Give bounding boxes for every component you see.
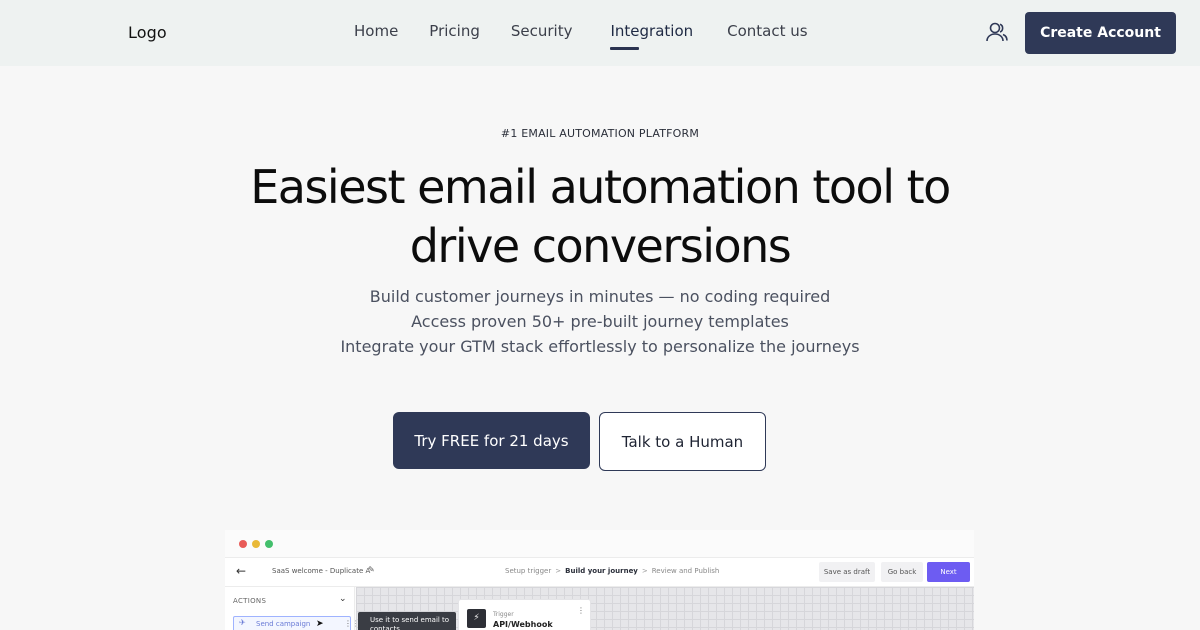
window-maximize-dot bbox=[265, 540, 273, 548]
hero-subline-2: Access proven 50+ pre-built journey temp… bbox=[411, 312, 789, 331]
chevron-right-icon: > bbox=[641, 567, 648, 575]
send-campaign-label: Send campaign bbox=[256, 620, 311, 628]
nav-link-pricing[interactable]: Pricing bbox=[429, 22, 480, 40]
breadcrumb-review-publish[interactable]: Review and Publish bbox=[652, 567, 720, 575]
users-icon[interactable] bbox=[984, 20, 1010, 46]
trigger-card[interactable]: ⚡ Trigger API/Webhook ⋮ bbox=[458, 599, 591, 630]
pencil-icon[interactable]: ✎ bbox=[368, 565, 375, 574]
hero-headline: Easiest email automation tool to drive c… bbox=[0, 158, 1200, 276]
window-close-dot bbox=[239, 540, 247, 548]
window-controls bbox=[239, 540, 273, 548]
tooltip-text: Use it to send email to contacts bbox=[370, 616, 450, 630]
try-free-button[interactable]: Try FREE for 21 days bbox=[393, 412, 590, 469]
actions-section-label: ACTIONS bbox=[233, 597, 267, 605]
main-nav: Home Pricing Security Integration Contac… bbox=[354, 22, 808, 50]
create-account-button[interactable]: Create Account bbox=[1025, 12, 1176, 54]
breadcrumb: Setup trigger > Build your journey > Rev… bbox=[505, 567, 719, 575]
nav-link-security[interactable]: Security bbox=[511, 22, 573, 40]
actions-sidebar: ACTIONS ⌄ ✈ Send campaign ➤ ⋮⋮ bbox=[225, 587, 360, 630]
logo[interactable]: Logo bbox=[128, 23, 167, 42]
app-toolbar: ← SaaS welcome - Duplicate A ✎ Setup tri… bbox=[225, 557, 974, 587]
hero-subline-3: Integrate your GTM stack effortlessly to… bbox=[340, 337, 860, 356]
chevron-right-icon: > bbox=[555, 567, 562, 575]
breadcrumb-setup-trigger[interactable]: Setup trigger bbox=[505, 567, 551, 575]
trigger-label: Trigger bbox=[493, 611, 514, 618]
mouse-cursor-icon: ➤ bbox=[316, 619, 324, 629]
headline-line-2: drive conversions bbox=[409, 219, 792, 273]
nav-link-integration[interactable]: Integration bbox=[610, 22, 693, 50]
headline-line-1: Easiest email automation tool to bbox=[250, 160, 951, 214]
tooltip: Use it to send email to contacts bbox=[358, 612, 456, 630]
breadcrumb-build-journey[interactable]: Build your journey bbox=[565, 567, 638, 575]
window-minimize-dot bbox=[252, 540, 260, 548]
hero-eyebrow: #1 EMAIL AUTOMATION PLATFORM bbox=[500, 127, 700, 140]
go-back-button[interactable]: Go back bbox=[881, 562, 923, 582]
more-options-icon[interactable]: ⋮ bbox=[577, 606, 585, 615]
save-draft-button[interactable]: Save as draft bbox=[819, 562, 875, 582]
top-navbar: Logo Home Pricing Security Integration C… bbox=[0, 0, 1200, 66]
journey-canvas[interactable]: Use it to send email to contacts ⚡ Trigg… bbox=[356, 587, 974, 630]
send-campaign-action[interactable]: ✈ Send campaign ➤ ⋮⋮ bbox=[233, 616, 360, 630]
nav-link-home[interactable]: Home bbox=[354, 22, 398, 40]
hero-subline-1: Build customer journeys in minutes — no … bbox=[369, 287, 831, 306]
send-icon: ✈ bbox=[239, 618, 246, 627]
arrow-left-icon[interactable]: ← bbox=[236, 564, 246, 578]
trigger-value: API/Webhook bbox=[493, 620, 553, 629]
app-preview-window: ← SaaS welcome - Duplicate A ✎ Setup tri… bbox=[225, 530, 974, 630]
journey-title: SaaS welcome - Duplicate A bbox=[272, 567, 371, 575]
next-button[interactable]: Next bbox=[927, 562, 970, 582]
chevron-down-icon[interactable]: ⌄ bbox=[339, 594, 347, 604]
talk-to-human-button[interactable]: Talk to a Human bbox=[599, 412, 766, 471]
lightning-bolt-icon: ⚡ bbox=[467, 609, 486, 628]
nav-link-contact-us[interactable]: Contact us bbox=[727, 22, 807, 40]
